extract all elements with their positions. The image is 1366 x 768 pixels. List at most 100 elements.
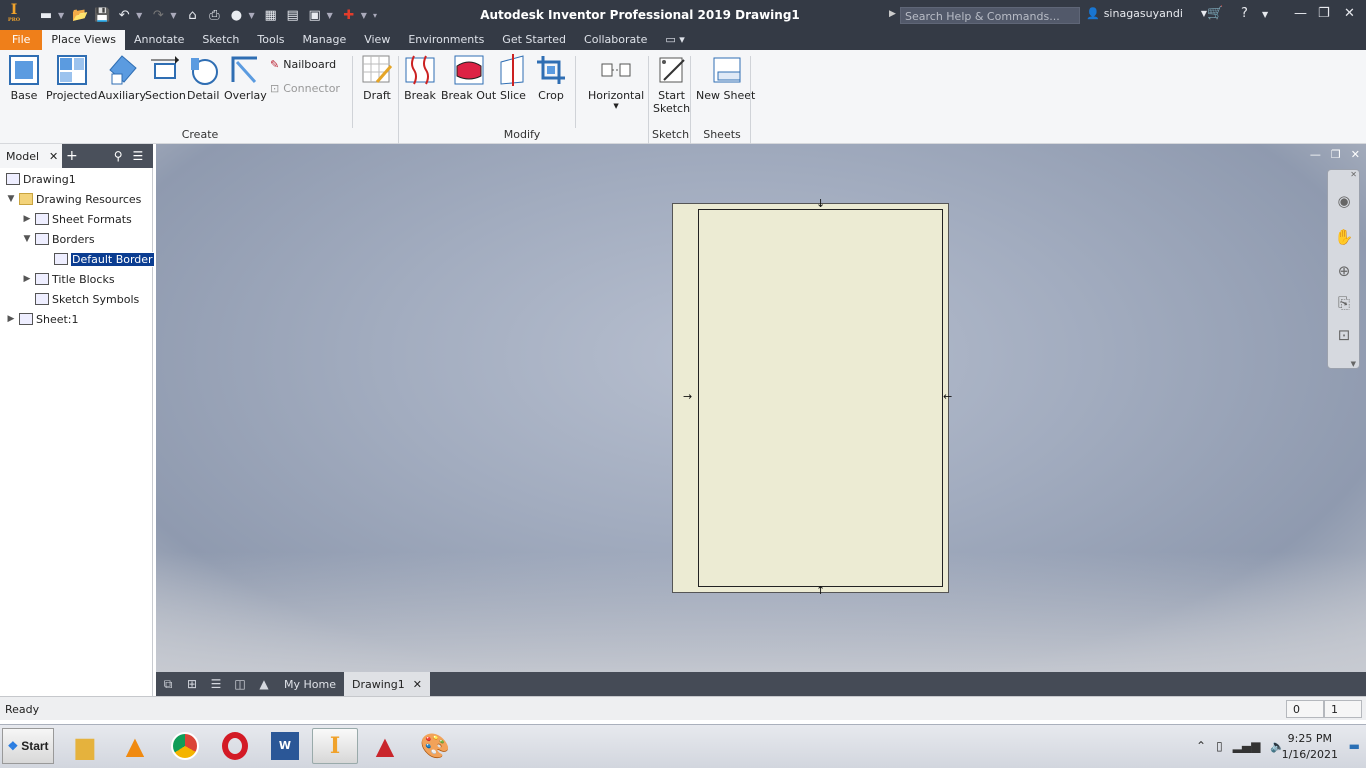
open-icon[interactable]: 📂 xyxy=(70,5,90,25)
base-view-button[interactable]: Base xyxy=(8,54,40,102)
search-input[interactable]: Search Help & Commands... xyxy=(900,7,1080,24)
expand-icon[interactable]: ▶ xyxy=(22,274,32,284)
section-view-button[interactable]: Section xyxy=(145,54,186,102)
navbar-options-icon[interactable]: ▼ xyxy=(1351,360,1356,368)
appearance-dropdown-icon[interactable]: ▼ xyxy=(248,11,254,20)
graphics-window[interactable]: — ❐ ✕ ↓ ↑ → ← ✕ ◉ ✋ ⊕ ⎘ ⊡ ▼ xyxy=(156,144,1366,672)
tree-item-drawing1[interactable]: Drawing1 xyxy=(6,169,76,189)
navbar-close-icon[interactable]: ✕ xyxy=(1350,170,1357,179)
draft-view-button[interactable]: Draft xyxy=(361,54,393,102)
redo-icon[interactable]: ↷ xyxy=(148,5,168,25)
tree-item-borders[interactable]: ▼ Borders xyxy=(22,229,95,249)
clock[interactable]: 9:25 PM 1/16/2021 xyxy=(1282,731,1338,763)
start-button[interactable]: ❖ Start xyxy=(2,728,54,764)
collapse-icon[interactable]: ▼ xyxy=(6,194,16,204)
taskbar-vlc[interactable]: ▲ xyxy=(112,728,158,764)
crop-button[interactable]: Crop xyxy=(535,54,567,102)
taskbar-chrome[interactable] xyxy=(162,728,208,764)
redo-dropdown-icon[interactable]: ▼ xyxy=(170,11,176,20)
close-browser-icon[interactable]: ✕ xyxy=(49,150,58,163)
break-out-button[interactable]: Break Out xyxy=(441,54,496,102)
taskbar-autocad[interactable]: ▲ xyxy=(362,728,408,764)
add-browser-tab-icon[interactable]: + xyxy=(66,148,78,164)
tab-tools[interactable]: Tools xyxy=(248,30,293,50)
measure-icon[interactable]: ✚ xyxy=(339,5,359,25)
model-tab[interactable]: Model ✕ xyxy=(0,144,62,168)
tab-manage[interactable]: Manage xyxy=(294,30,356,50)
drawing-sheet[interactable]: ↓ ↑ → ← xyxy=(672,197,952,597)
show-hidden-icons[interactable]: ⌃ xyxy=(1196,739,1206,753)
measure-dropdown-icon[interactable]: ▼ xyxy=(361,11,367,20)
save-icon[interactable]: 💾 xyxy=(92,5,112,25)
undo-icon[interactable]: ↶ xyxy=(114,5,134,25)
steering-wheel-icon[interactable]: ◉ xyxy=(1334,192,1354,212)
customize-qat-icon[interactable]: ▾ xyxy=(373,11,377,20)
pan-icon[interactable]: ✋ xyxy=(1334,228,1354,248)
help-dropdown-icon[interactable]: ▼ xyxy=(1262,10,1268,19)
update-dropdown-icon[interactable]: ▼ xyxy=(327,11,333,20)
tab-view[interactable]: View xyxy=(355,30,399,50)
nailboard-button[interactable]: ✎ Nailboard xyxy=(270,58,336,71)
tab-environments[interactable]: Environments xyxy=(399,30,493,50)
update-icon[interactable]: ▣ xyxy=(305,5,325,25)
restore-icon[interactable]: ❐ xyxy=(1318,6,1330,21)
view-restore-icon[interactable]: ❐ xyxy=(1331,148,1341,161)
tree-item-sheet-1[interactable]: ▶ Sheet:1 xyxy=(6,309,79,329)
help-icon[interactable]: ? xyxy=(1241,6,1248,21)
tab-collaborate[interactable]: Collaborate xyxy=(575,30,656,50)
tab-annotate[interactable]: Annotate xyxy=(125,30,193,50)
break-button[interactable]: Break xyxy=(404,54,436,102)
tile-windows-icon[interactable]: ⊞ xyxy=(180,677,204,691)
design-doctor-icon[interactable]: ▤ xyxy=(283,5,303,25)
arrange-icon[interactable]: ▲ xyxy=(252,677,276,691)
tab-drawing1[interactable]: Drawing1 ✕ xyxy=(343,672,430,696)
taskbar-inventor[interactable]: I xyxy=(312,728,358,764)
expand-icon[interactable]: ▶ xyxy=(22,214,32,224)
browser-search-icon[interactable]: ⚲ xyxy=(114,149,123,163)
ribbon-options-icon[interactable]: ▭ ▾ xyxy=(656,30,693,50)
cascade-windows-icon[interactable]: ⧉ xyxy=(156,677,180,692)
tab-sketch[interactable]: Sketch xyxy=(193,30,248,50)
tree-item-drawing-resources[interactable]: ▼ Drawing Resources xyxy=(6,189,142,209)
expand-icon[interactable]: ▶ xyxy=(6,314,16,324)
home-icon[interactable]: ⌂ xyxy=(182,5,202,25)
start-sketch-button[interactable]: Start Sketch xyxy=(653,54,690,115)
battery-icon[interactable]: ▯ xyxy=(1216,739,1223,753)
expand-search-icon[interactable]: ▶ xyxy=(889,9,896,19)
view-minimize-icon[interactable]: — xyxy=(1310,148,1321,161)
tree-item-default-border[interactable]: Default Border xyxy=(54,249,155,269)
close-tab-icon[interactable]: ✕ xyxy=(413,678,422,691)
new-file-icon[interactable]: ▬ xyxy=(36,5,56,25)
horizontal-align-button[interactable]: Horizontal ▼ xyxy=(588,54,644,110)
minimize-icon[interactable]: — xyxy=(1294,6,1307,21)
view-close-icon[interactable]: ✕ xyxy=(1351,148,1360,161)
new-sheet-button[interactable]: New Sheet xyxy=(696,54,755,102)
tab-my-home[interactable]: My Home xyxy=(276,672,344,696)
horizontal-dropdown-icon[interactable]: ▼ xyxy=(613,102,618,110)
network-icon[interactable]: ▂▄▆ xyxy=(1233,739,1261,753)
cart-icon[interactable]: 🛒 xyxy=(1207,6,1223,21)
print-icon[interactable]: ⎙ xyxy=(204,5,224,25)
default-border-frame[interactable] xyxy=(698,209,943,587)
zoom-all-icon[interactable]: ⎘ xyxy=(1334,294,1354,314)
taskbar-file-explorer[interactable]: ▆ xyxy=(62,728,108,764)
tab-get-started[interactable]: Get Started xyxy=(493,30,575,50)
projected-view-button[interactable]: Projected xyxy=(46,54,97,102)
tile-vertical-icon[interactable]: ◫ xyxy=(228,677,252,691)
taskbar-word[interactable]: W xyxy=(262,728,308,764)
material-icon[interactable]: ▦ xyxy=(261,5,281,25)
collapse-icon[interactable]: ▼ xyxy=(22,234,32,244)
browser-menu-icon[interactable]: ☰ xyxy=(133,149,144,163)
taskbar-opera[interactable] xyxy=(212,728,258,764)
tree-item-sketch-symbols[interactable]: Sketch Symbols xyxy=(22,289,139,309)
new-dropdown-icon[interactable]: ▼ xyxy=(58,11,64,20)
taskbar-paint[interactable]: 🎨 xyxy=(412,728,458,764)
tile-horizontal-icon[interactable]: ☰ xyxy=(204,677,228,691)
connector-button[interactable]: ⊡ Connector xyxy=(270,82,340,95)
user-account[interactable]: 👤 sinagasuyandi ▼ xyxy=(1086,7,1207,20)
tree-item-sheet-formats[interactable]: ▶ Sheet Formats xyxy=(22,209,132,229)
appearance-icon[interactable]: ● xyxy=(226,5,246,25)
overlay-view-button[interactable]: Overlay xyxy=(224,54,267,102)
zoom-window-icon[interactable]: ⊡ xyxy=(1334,326,1354,346)
show-desktop-icon[interactable]: ▬ xyxy=(1349,739,1360,753)
